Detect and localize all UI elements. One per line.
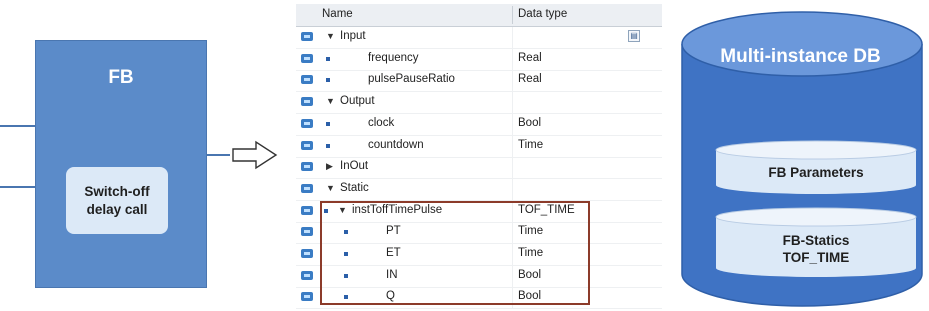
column-divider bbox=[512, 48, 513, 70]
column-divider bbox=[512, 70, 513, 92]
column-header-data-type: Data type bbox=[518, 8, 568, 20]
row-name: ET bbox=[386, 247, 401, 259]
column-divider bbox=[512, 157, 513, 179]
row-data-type: Bool bbox=[518, 268, 542, 281]
interface-icon bbox=[301, 292, 313, 302]
interface-icon bbox=[301, 118, 313, 128]
column-divider bbox=[512, 27, 513, 48]
collapse-arrow-icon[interactable]: ▼ bbox=[326, 96, 335, 106]
row-data-type: Time bbox=[518, 225, 544, 238]
table-row[interactable]: clock Bool bbox=[296, 113, 662, 136]
row-name: frequency bbox=[368, 51, 419, 64]
collapse-arrow-icon[interactable]: ▼ bbox=[326, 183, 335, 193]
interface-icon bbox=[301, 205, 313, 215]
interface-icon bbox=[301, 183, 313, 193]
interface-icon bbox=[301, 270, 313, 280]
member-bullet bbox=[324, 208, 328, 213]
table-row[interactable]: ▼ instToffTimePulse TOF_TIME bbox=[296, 200, 662, 223]
column-divider bbox=[512, 135, 513, 157]
interface-icon bbox=[301, 53, 313, 63]
fb-parameters-label: FB Parameters bbox=[768, 165, 864, 180]
expand-arrow-icon[interactable]: ▶ bbox=[326, 161, 333, 172]
interface-icon bbox=[301, 75, 313, 85]
column-divider bbox=[512, 287, 513, 309]
row-name: clock bbox=[368, 116, 395, 129]
column-divider bbox=[512, 265, 513, 287]
row-name: instToffTimePulse bbox=[352, 203, 443, 216]
row-name: PT bbox=[386, 225, 401, 238]
column-divider bbox=[512, 244, 513, 265]
right-arrow-icon bbox=[232, 140, 278, 170]
row-data-type: Bool bbox=[518, 290, 542, 303]
table-row[interactable]: Q Bool bbox=[296, 287, 662, 310]
interface-icon bbox=[301, 32, 313, 41]
dropdown-button[interactable]: ▤ bbox=[628, 30, 640, 42]
column-divider bbox=[512, 222, 513, 244]
fb-input-pin-1 bbox=[0, 125, 36, 127]
row-data-type: TOF_TIME bbox=[518, 203, 575, 216]
table-row[interactable]: PT Time bbox=[296, 222, 662, 245]
row-name: Output bbox=[340, 95, 375, 108]
member-bullet bbox=[326, 56, 330, 61]
member-bullet bbox=[344, 273, 348, 278]
row-data-type: Real bbox=[518, 51, 542, 64]
switch-off-delay-call: Switch-off delay call bbox=[66, 167, 168, 234]
table-row[interactable]: pulsePauseRatio Real bbox=[296, 70, 662, 93]
interface-icon bbox=[301, 249, 313, 258]
fb-block: FB Switch-off delay call bbox=[35, 40, 207, 288]
table-row[interactable]: frequency Real bbox=[296, 48, 662, 71]
column-divider bbox=[512, 113, 513, 135]
member-bullet bbox=[344, 295, 348, 300]
member-bullet bbox=[344, 230, 348, 235]
table-row[interactable]: ▶ InOut bbox=[296, 157, 662, 180]
fb-statics-label: FB-Statics TOF_TIME bbox=[782, 233, 850, 265]
member-bullet bbox=[326, 143, 330, 148]
member-bullet bbox=[326, 121, 330, 126]
table-row[interactable]: ▼ Static bbox=[296, 178, 662, 201]
table-row[interactable]: ▼ Output bbox=[296, 92, 662, 115]
member-bullet bbox=[326, 78, 330, 83]
row-data-type: Real bbox=[518, 73, 542, 86]
column-divider bbox=[512, 200, 513, 222]
table-row[interactable]: IN Bool bbox=[296, 265, 662, 288]
table-header: Name Data type bbox=[296, 4, 662, 27]
column-divider bbox=[512, 6, 513, 24]
collapse-arrow-icon[interactable]: ▼ bbox=[326, 31, 335, 41]
row-data-type: Bool bbox=[518, 116, 542, 129]
column-divider bbox=[512, 178, 513, 200]
fb-output-pin bbox=[206, 154, 230, 156]
column-divider bbox=[512, 92, 513, 114]
table-row[interactable]: countdown Time bbox=[296, 135, 662, 158]
row-name: pulsePauseRatio bbox=[368, 73, 455, 86]
column-header-name: Name bbox=[322, 8, 353, 20]
db-title: Multi-instance DB bbox=[720, 46, 881, 67]
row-name: IN bbox=[386, 268, 398, 281]
fb-input-pin-2 bbox=[0, 186, 36, 188]
row-name: InOut bbox=[340, 160, 369, 173]
interface-icon bbox=[301, 162, 313, 172]
row-data-type: Time bbox=[518, 247, 544, 259]
collapse-arrow-icon[interactable]: ▼ bbox=[338, 205, 347, 215]
multi-instance-db: Multi-instance DB FB Parameters FB-Stati… bbox=[678, 0, 929, 311]
row-name: Q bbox=[386, 290, 395, 303]
fb-title: FB bbox=[108, 67, 134, 88]
row-name: Static bbox=[340, 181, 369, 194]
member-bullet bbox=[344, 252, 348, 256]
interface-icon bbox=[301, 140, 313, 150]
row-name: Input bbox=[340, 30, 366, 42]
interface-table: Name Data type ▼ Input ▤ frequency Real pulse… bbox=[296, 4, 662, 310]
row-name: countdown bbox=[368, 138, 424, 151]
interface-icon bbox=[301, 97, 313, 107]
table-row[interactable]: ▼ Input ▤ bbox=[296, 27, 662, 49]
interface-icon bbox=[301, 227, 313, 237]
table-row[interactable]: ET Time bbox=[296, 244, 662, 266]
row-data-type: Time bbox=[518, 138, 544, 151]
